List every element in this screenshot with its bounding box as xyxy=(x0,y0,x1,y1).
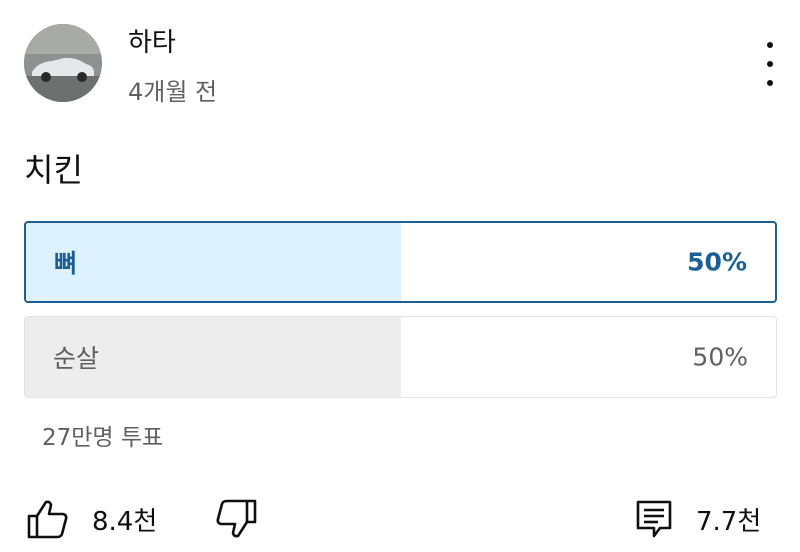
menu-dot xyxy=(767,80,773,86)
dislike-button[interactable] xyxy=(214,496,258,542)
poll-question: 치킨 xyxy=(24,151,83,189)
thumb-up-icon xyxy=(27,500,68,539)
poll-option[interactable]: 순살 50% xyxy=(24,316,777,398)
poll-option-percent: 50% xyxy=(687,247,747,277)
avatar[interactable] xyxy=(24,24,102,102)
poll-option-percent: 50% xyxy=(692,342,748,372)
comments-button[interactable]: 7.7천 xyxy=(634,496,761,542)
poll-option-label: 뼈 xyxy=(54,249,78,278)
menu-dot xyxy=(767,42,773,48)
comment-count: 7.7천 xyxy=(696,506,762,537)
poll-option-selected[interactable]: 뼈 50% xyxy=(24,221,777,303)
post-time: 4개월 전 xyxy=(128,78,218,106)
poll-option-fill xyxy=(26,223,401,301)
comment-icon xyxy=(636,500,672,538)
more-vert-icon[interactable] xyxy=(758,42,782,86)
thumb-down-icon xyxy=(216,499,257,538)
menu-dot xyxy=(767,61,773,67)
poll-option-label: 순살 xyxy=(53,344,100,373)
author-name[interactable]: 하타 xyxy=(128,22,176,59)
community-post: 하타 4개월 전 치킨 뼈 50% 순살 50% 27만명 투표 8.4천 7.… xyxy=(0,0,800,552)
avatar-car-image xyxy=(24,24,102,102)
vote-count: 27만명 투표 xyxy=(42,425,164,451)
like-count: 8.4천 xyxy=(92,506,158,537)
like-button[interactable]: 8.4천 xyxy=(26,496,157,542)
